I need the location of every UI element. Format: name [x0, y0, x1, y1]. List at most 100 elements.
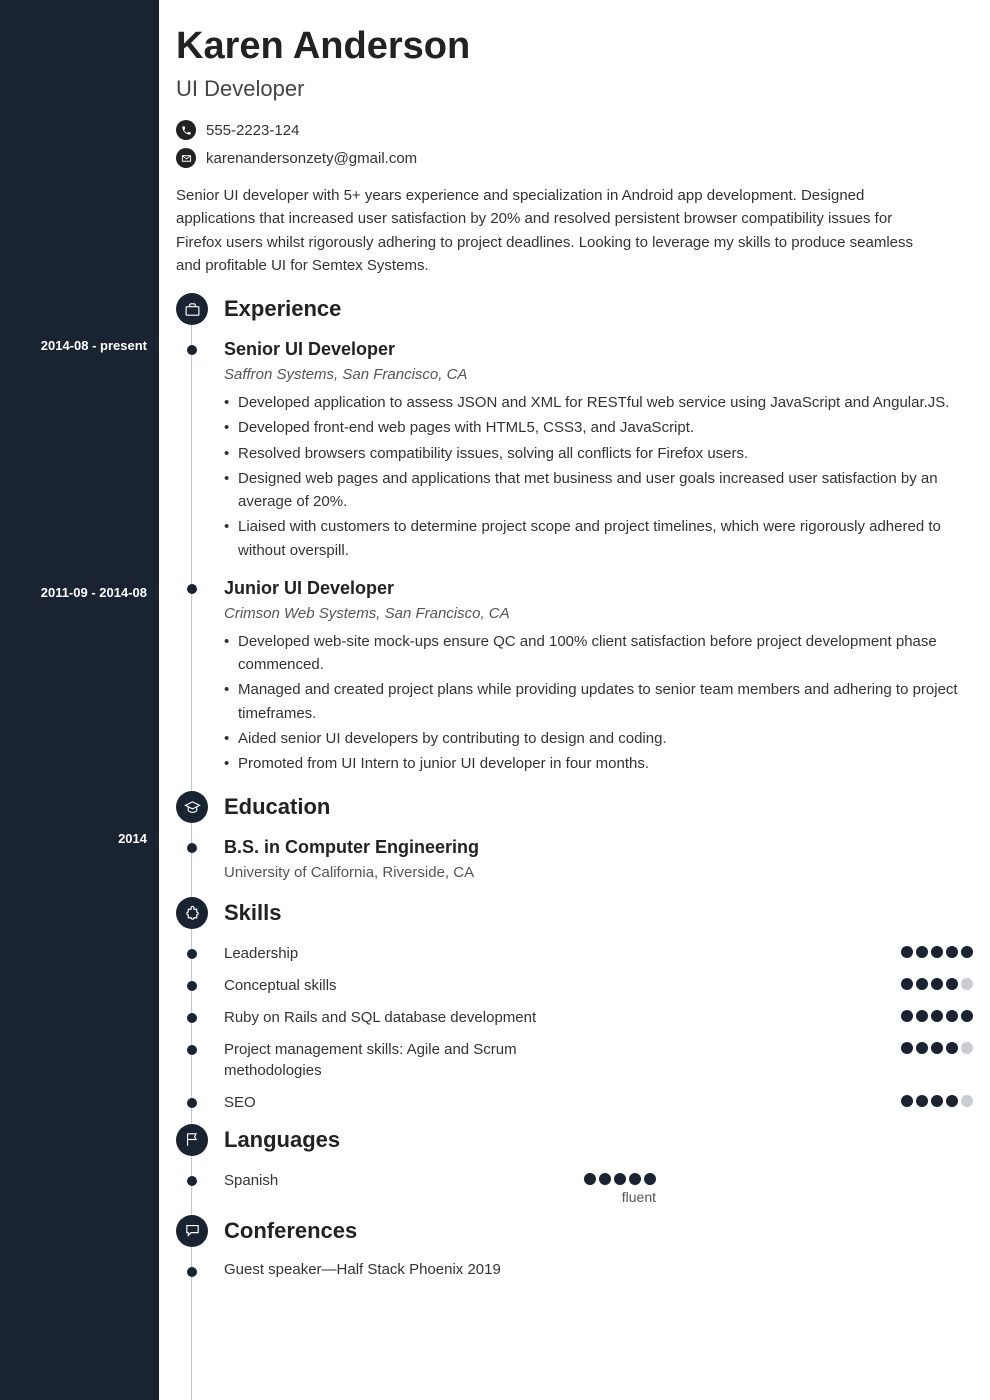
- skill-row: Leadership: [176, 943, 973, 965]
- skill-row: Conceptual skills: [176, 975, 973, 997]
- rating-dot: [901, 1010, 913, 1022]
- rating-dot: [901, 946, 913, 958]
- conference-item: Guest speaker—Half Stack Phoenix 2019: [176, 1261, 973, 1278]
- rating-dot: [916, 946, 928, 958]
- rating-dot: [961, 1042, 973, 1054]
- rating-dot: [901, 1042, 913, 1054]
- rating-dot: [614, 1173, 626, 1185]
- bullet-item: Liaised with customers to determine proj…: [224, 515, 973, 562]
- rating-dot: [931, 1042, 943, 1054]
- skill-row: Project management skills: Agile and Scr…: [176, 1039, 973, 1083]
- rating-dot: [946, 1042, 958, 1054]
- rating-dot: [931, 1010, 943, 1022]
- skill-name: Ruby on Rails and SQL database developme…: [224, 1007, 584, 1029]
- timeline-dot: [187, 1098, 197, 1108]
- graduation-cap-icon: [176, 791, 208, 823]
- rating-dot: [584, 1173, 596, 1185]
- timeline-dot: [187, 843, 197, 853]
- rating-dot: [916, 1010, 928, 1022]
- rating-dot: [644, 1173, 656, 1185]
- bullet-item: Managed and created project plans while …: [224, 678, 973, 725]
- rating-dot: [901, 1095, 913, 1107]
- timeline-dot: [187, 1045, 197, 1055]
- timeline-dot: [187, 584, 197, 594]
- phone-row: 555-2223-124: [176, 120, 990, 140]
- section-title: Languages: [224, 1127, 340, 1153]
- conferences-section: Conferences Guest speaker—Half Stack Pho…: [176, 1215, 973, 1278]
- email-value: karenandersonzety@gmail.com: [206, 150, 417, 167]
- experience-section: Experience Senior UI Developer Saffron S…: [176, 293, 973, 775]
- skill-name: Project management skills: Agile and Scr…: [224, 1039, 584, 1083]
- bullet-item: Developed front-end web pages with HTML5…: [224, 416, 973, 439]
- timeline-dot: [187, 981, 197, 991]
- bullet-item: Developed application to assess JSON and…: [224, 391, 973, 414]
- section-title: Education: [224, 794, 330, 820]
- phone-icon: [176, 120, 196, 140]
- conference-text: Guest speaker—Half Stack Phoenix 2019: [224, 1261, 501, 1278]
- entry-title: Senior UI Developer: [224, 339, 973, 360]
- rating-dot: [901, 978, 913, 990]
- bullet-list: Developed application to assess JSON and…: [224, 391, 973, 562]
- rating-dot: [629, 1173, 641, 1185]
- skill-rating: [901, 1039, 973, 1054]
- rating-dot: [599, 1173, 611, 1185]
- rating-dot: [946, 946, 958, 958]
- rating-dot: [961, 1010, 973, 1022]
- section-title: Skills: [224, 900, 281, 926]
- phone-value: 555-2223-124: [206, 122, 299, 139]
- resume-page: 2014-08 - present 2011-09 - 2014-08 2014…: [0, 0, 990, 1400]
- main-content: Karen Anderson UI Developer 555-2223-124…: [159, 0, 990, 1400]
- experience-entry: Junior UI Developer Crimson Web Systems,…: [176, 578, 973, 776]
- bullet-item: Promoted from UI Intern to junior UI dev…: [224, 752, 973, 775]
- rating-dot: [946, 978, 958, 990]
- rating-dot: [946, 1095, 958, 1107]
- entry-title: B.S. in Computer Engineering: [224, 837, 973, 858]
- section-title: Conferences: [224, 1218, 357, 1244]
- timeline-dot: [187, 1176, 197, 1186]
- date-range: 2014-08 - present: [41, 338, 147, 353]
- rating-dot: [916, 978, 928, 990]
- languages-section: Languages Spanishfluent: [176, 1124, 973, 1205]
- rating-dot: [961, 978, 973, 990]
- timeline-dot: [187, 1013, 197, 1023]
- rating-dot: [931, 978, 943, 990]
- email-icon: [176, 148, 196, 168]
- skill-rating: [901, 1092, 973, 1107]
- timeline-dot: [187, 1267, 197, 1277]
- entry-subtitle: Crimson Web Systems, San Francisco, CA: [224, 605, 973, 622]
- language-rating: [584, 1170, 656, 1185]
- entry-subtitle: Saffron Systems, San Francisco, CA: [224, 366, 973, 383]
- education-section: Education B.S. in Computer Engineering U…: [176, 791, 973, 881]
- rating-dot: [916, 1042, 928, 1054]
- language-name: Spanish: [224, 1170, 584, 1192]
- timeline-dot: [187, 949, 197, 959]
- rating-dot: [916, 1095, 928, 1107]
- date-range: 2011-09 - 2014-08: [41, 585, 147, 600]
- bullet-item: Designed web pages and applications that…: [224, 467, 973, 514]
- skill-name: Conceptual skills: [224, 975, 584, 997]
- flag-icon: [176, 1124, 208, 1156]
- person-name: Karen Anderson: [176, 25, 990, 68]
- skill-rating: [901, 975, 973, 990]
- skill-rating: [901, 1007, 973, 1022]
- rating-dot: [961, 1095, 973, 1107]
- language-level: fluent: [584, 1189, 656, 1205]
- language-row: Spanishfluent: [176, 1170, 973, 1205]
- education-entry: B.S. in Computer Engineering University …: [176, 837, 973, 881]
- puzzle-icon: [176, 897, 208, 929]
- timeline-dot: [187, 345, 197, 355]
- skills-section: Skills Leadership Conceptual skills Ruby o…: [176, 897, 973, 1114]
- bullet-item: Resolved browsers compatibility issues, …: [224, 442, 973, 465]
- sidebar: 2014-08 - present 2011-09 - 2014-08 2014: [0, 0, 159, 1400]
- speech-bubble-icon: [176, 1215, 208, 1247]
- rating-dot: [931, 1095, 943, 1107]
- date-range: 2014: [118, 831, 147, 846]
- skill-rating: [901, 943, 973, 958]
- briefcase-icon: [176, 293, 208, 325]
- rating-dot: [931, 946, 943, 958]
- section-title: Experience: [224, 296, 341, 322]
- email-row: karenandersonzety@gmail.com: [176, 148, 990, 168]
- summary-text: Senior UI developer with 5+ years experi…: [176, 184, 916, 277]
- bullet-item: Developed web-site mock-ups ensure QC an…: [224, 630, 973, 677]
- rating-dot: [946, 1010, 958, 1022]
